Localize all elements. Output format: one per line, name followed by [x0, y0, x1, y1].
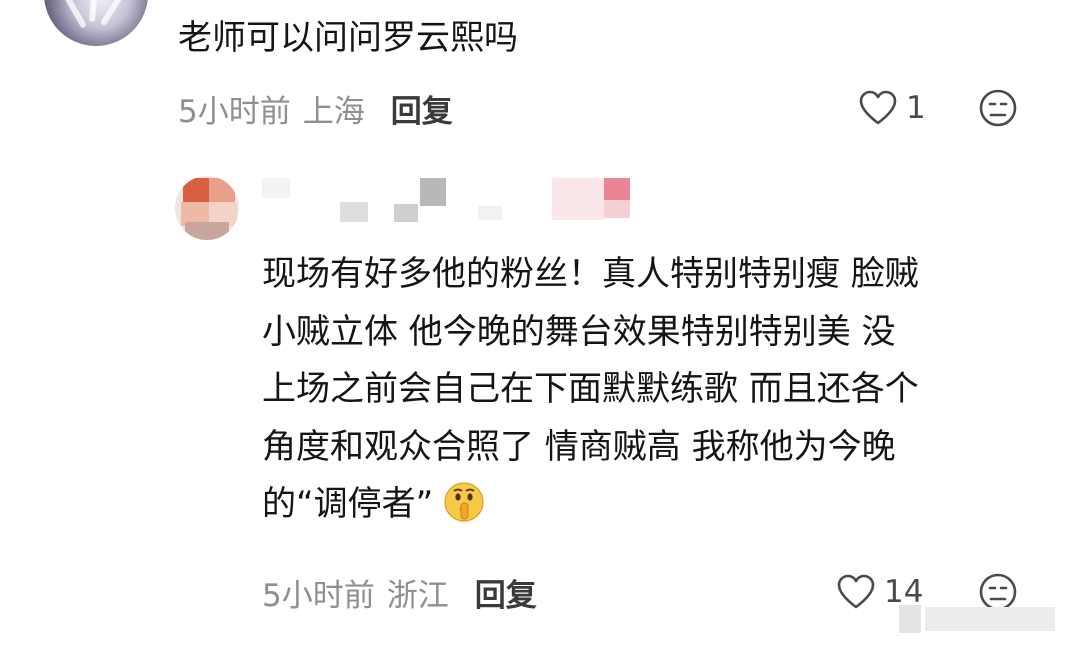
comment-meta: 5小时前 上海 回复	[178, 86, 453, 130]
comment-time: 5小时前	[178, 93, 291, 130]
shushing-face-emoji	[443, 481, 485, 523]
comment-text-line: 的“调停者”	[262, 484, 434, 524]
comment-text-line-last: 的“调停者”	[262, 476, 1052, 534]
comment-location: 上海	[302, 93, 365, 130]
heart-icon	[837, 574, 875, 609]
comment-text-line: 上场之前会自己在下面默默练歌 而且还各个	[262, 369, 919, 409]
avatar[interactable]	[175, 176, 239, 240]
comment-text-line: 小贼立体 他今晚的舞台效果特别特别美 没	[262, 311, 896, 352]
comment-text: 老师可以问问罗云熙吗	[178, 18, 518, 58]
comment-meta: 5小时前 浙江 回复	[262, 570, 537, 614]
avatar[interactable]	[44, 0, 148, 46]
comment-text: 现场有好多他的粉丝！真人特别特别瘦 脸贼 小贼立体 他今晚的舞台效果特别特别美 …	[262, 246, 1052, 534]
reply-button[interactable]: 回复	[475, 570, 537, 615]
heart-icon	[859, 90, 897, 125]
watermark-redacted	[899, 605, 1059, 637]
comment-text-line: 角度和观众合照了 情商贼高 我称他为今晚	[262, 426, 896, 467]
comment-list: 老师可以问问罗云熙吗 5小时前 上海 回复 1 现场有好多他的粉丝！真人特别特别…	[0, 0, 1079, 657]
frown-icon	[979, 89, 1017, 127]
dislike-button[interactable]	[978, 88, 1018, 128]
comment-location: 浙江	[386, 577, 449, 614]
comment-time: 5小时前	[262, 577, 375, 614]
like-button[interactable]: 1	[858, 86, 926, 130]
comment-text-line: 现场有好多他的粉丝！真人特别特别瘦 脸贼	[262, 254, 919, 294]
like-count: 1	[906, 90, 926, 126]
reply-button[interactable]: 回复	[391, 86, 453, 131]
